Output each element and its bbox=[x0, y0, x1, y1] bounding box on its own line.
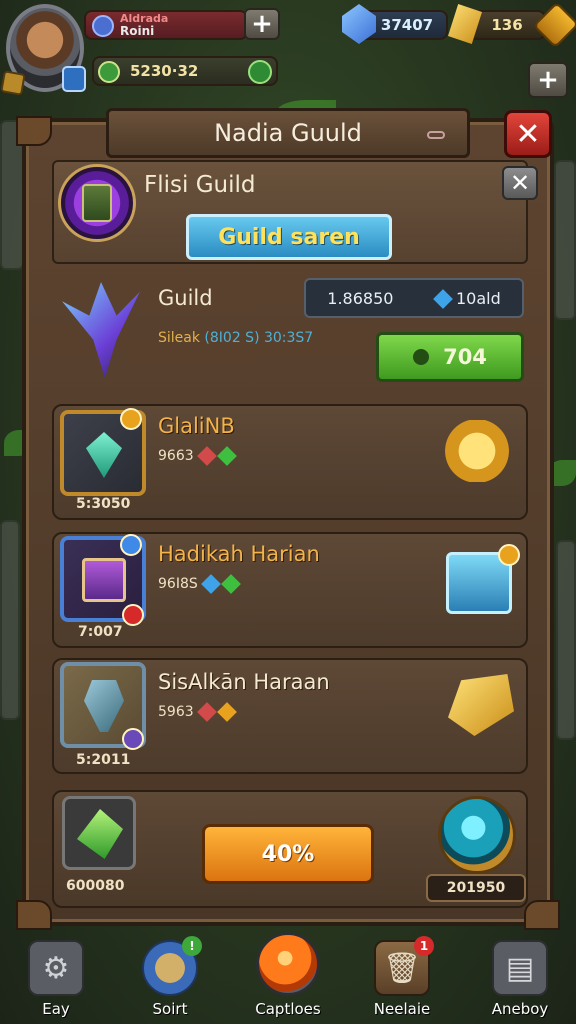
rank-badge-icon bbox=[0, 70, 26, 96]
dismiss-guild-button[interactable]: ✕ bbox=[502, 166, 538, 200]
nav-item-sort[interactable]: ! Soirt bbox=[120, 930, 220, 1024]
close-button[interactable]: ✕ bbox=[504, 110, 552, 158]
trash-icon: 🗑 1 bbox=[374, 936, 434, 996]
nav-label: Aneboy bbox=[491, 1000, 549, 1018]
background-stone-tile bbox=[554, 160, 576, 320]
orb-icon bbox=[256, 932, 320, 996]
nav-label: Neelaie bbox=[373, 1000, 431, 1018]
crossed-weapons-icon bbox=[84, 680, 124, 732]
panel-corner-ornament bbox=[16, 116, 52, 146]
join-guild-button[interactable]: 704 bbox=[376, 332, 524, 382]
quest-level: 7:007 bbox=[78, 624, 123, 640]
background-stone-tile bbox=[556, 540, 576, 740]
magic-chest-icon bbox=[82, 558, 126, 602]
guild-stats-a: Sileak bbox=[158, 330, 200, 346]
add-button-side[interactable]: + bbox=[528, 62, 568, 98]
quest-subtitle: 5963 bbox=[158, 702, 237, 722]
join-guild-label: 704 bbox=[443, 345, 487, 369]
player-name-line2: Roini bbox=[120, 24, 155, 38]
panel-title: Nadia Guuld bbox=[214, 119, 362, 147]
guild-stat-value: 1.86850 bbox=[327, 288, 394, 308]
nav-item-captures[interactable]: Captloes bbox=[238, 930, 338, 1024]
xp-boost-icon[interactable] bbox=[248, 60, 272, 84]
panel-corner-ornament bbox=[16, 900, 52, 930]
add-energy-button[interactable]: + bbox=[244, 8, 280, 40]
key-icon bbox=[413, 349, 430, 365]
level-badge-icon bbox=[62, 66, 86, 92]
gem-cluster-icon bbox=[92, 15, 114, 37]
title-link-icon bbox=[427, 131, 445, 139]
emerald-blade-icon bbox=[86, 432, 122, 478]
green-gem-icon bbox=[216, 446, 237, 466]
guild-search-button[interactable]: Guild saren bbox=[186, 214, 392, 260]
background-stone-tile bbox=[0, 520, 20, 720]
red-gem-icon bbox=[196, 702, 217, 722]
guild-name: Flisi Guild bbox=[144, 172, 256, 198]
quest-subtitle: 96I8S bbox=[158, 574, 241, 594]
gear-icon: ⚙ bbox=[28, 940, 84, 996]
notification-dot: ! bbox=[182, 936, 202, 956]
claim-progress-button[interactable]: 40% bbox=[202, 824, 374, 884]
quest-title: Hadikah Harian bbox=[158, 542, 320, 566]
guild-label: Guild bbox=[158, 286, 213, 310]
sword-icon: ! bbox=[142, 936, 202, 996]
blue-gem-icon bbox=[200, 574, 221, 594]
red-gem-icon bbox=[196, 446, 217, 466]
green-gem-icon bbox=[220, 574, 241, 594]
quest-level: 5:2011 bbox=[76, 752, 131, 768]
gold-count: 136 bbox=[491, 16, 523, 34]
left-reward-value: 600080 bbox=[66, 878, 125, 894]
guild-stats: Sileak (8I02 S) 30:3S7 bbox=[158, 330, 313, 346]
nav-label: Captloes bbox=[255, 1000, 321, 1018]
nav-item-settings[interactable]: ⚙ Eay bbox=[6, 930, 106, 1024]
right-reward-value: 201950 bbox=[426, 874, 526, 902]
nav-label: Eay bbox=[42, 1000, 70, 1018]
shop-arrow-icon[interactable] bbox=[532, 1, 576, 49]
top-hud: Aldrada Roini + 5230·32 37407 136 + bbox=[0, 0, 576, 100]
quest-subtitle: 9663 bbox=[158, 446, 237, 466]
guild-banner-icon bbox=[82, 184, 112, 222]
quest-badge-icon bbox=[120, 408, 142, 430]
quest-alert-icon bbox=[122, 604, 144, 626]
guild-stat-box: 1.86850 10ald bbox=[304, 278, 524, 318]
quest-level: 5:3050 bbox=[76, 496, 131, 512]
nav-item-release[interactable]: 🗑 1 Neelaie bbox=[352, 930, 452, 1024]
inbox-icon: ▤ bbox=[492, 940, 548, 996]
panel-corner-ornament bbox=[524, 900, 560, 930]
clover-icon bbox=[98, 61, 120, 83]
nav-item-inbox[interactable]: ▤ Aneboy bbox=[470, 930, 570, 1024]
nav-label: Soirt bbox=[152, 1000, 188, 1018]
teal-orb-icon bbox=[438, 796, 516, 874]
player-name-bar: Aldrada Roini bbox=[84, 10, 248, 40]
bottom-nav: ⚙ Eay ! Soirt Captloes 🗑 1 Neelaie ▤ Ane… bbox=[0, 930, 576, 1024]
quest-badge-icon bbox=[122, 728, 144, 750]
quest-badge-icon bbox=[120, 534, 142, 556]
gem-icon bbox=[433, 289, 453, 309]
panel-title-bar: Nadia Guuld bbox=[106, 108, 470, 158]
guild-stats-b: (8I02 S) 30:3S7 bbox=[204, 330, 314, 346]
gold-coin-reward-icon bbox=[444, 420, 510, 482]
quest-title: GlaliNB bbox=[158, 414, 235, 438]
guild-stat-gem: 10ald bbox=[433, 289, 501, 309]
xp-bar: 5230·32 bbox=[92, 56, 278, 86]
gem-count: 37407 bbox=[380, 16, 434, 34]
notification-badge: 1 bbox=[414, 936, 434, 956]
quest-title: SisAlkān Haraan bbox=[158, 670, 330, 694]
emerald-icon bbox=[62, 796, 136, 870]
reward-badge-icon bbox=[498, 544, 520, 566]
gold-gem-icon bbox=[216, 702, 237, 722]
xp-value: 5230·32 bbox=[130, 62, 199, 80]
